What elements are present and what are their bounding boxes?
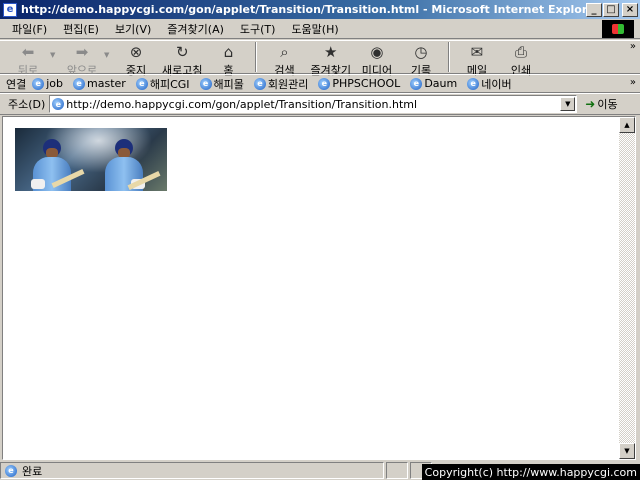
search-icon: ⌕ [280, 43, 289, 61]
link-label: master [87, 77, 126, 90]
home-button[interactable]: ⌂ 홈 [206, 41, 250, 77]
link-daum[interactable]: e Daum [410, 77, 457, 90]
menu-help[interactable]: 도움말(H) [283, 21, 346, 37]
menu-favorites[interactable]: 즐겨찾기(A) [159, 21, 232, 37]
address-input[interactable] [66, 97, 561, 111]
vertical-scrollbar[interactable]: ▲ ▼ [619, 117, 635, 459]
search-button[interactable]: ⌕ 검색 [262, 41, 306, 77]
link-naver[interactable]: e 네이버 [467, 76, 512, 92]
status-main-pane: e 완료 [0, 462, 384, 479]
window-titlebar: e http://demo.happycgi.com/gon/applet/Tr… [0, 0, 640, 19]
minimize-button[interactable]: _ [586, 2, 602, 17]
window-controls: _ □ × [586, 2, 638, 17]
close-button[interactable]: × [622, 2, 638, 17]
ie-page-icon: e [410, 77, 423, 90]
scroll-up-icon[interactable]: ▲ [619, 117, 635, 133]
menu-file[interactable]: 파일(F) [0, 21, 55, 37]
toolbar-separator [255, 42, 258, 72]
stop-button[interactable]: ⊗ 중지 [114, 41, 158, 77]
menu-edit[interactable]: 편집(E) [55, 21, 107, 37]
ie-page-icon: e [135, 77, 148, 90]
menu-view[interactable]: 보기(V) [107, 21, 159, 37]
history-icon: ◷ [414, 43, 428, 61]
address-bar: 주소(D) e ▼ ➜ 이동 [0, 93, 640, 115]
status-bar: e 완료 Copyright(c) http://www.happycgi.co… [0, 461, 640, 480]
copyright-text: Copyright(c) http://www.happycgi.com [421, 464, 640, 480]
link-member-admin[interactable]: e 회원관리 [253, 76, 309, 92]
standard-toolbar: ⬅ 뒤로 ▼ ➡ 앞으로 ▼ ⊗ 중지 ↻ 새로고침 ⌂ 홈 ⌕ 검색 ★ 즐겨… [0, 40, 640, 77]
back-button[interactable]: ⬅ 뒤로 [6, 41, 50, 77]
home-icon: ⌂ [223, 43, 234, 61]
address-box: e ▼ [49, 95, 578, 113]
ie-app-icon[interactable]: e [3, 2, 17, 17]
ie-page-icon: e [5, 464, 17, 477]
link-happymall[interactable]: e 해피몰 [199, 76, 244, 92]
ie-page-icon: e [52, 98, 65, 110]
history-button[interactable]: ◷ 기록 [399, 41, 443, 77]
favorites-icon: ★ [324, 43, 338, 61]
print-icon: ⎙ [514, 43, 527, 61]
link-label: Daum [424, 77, 458, 90]
forward-dropdown-icon[interactable]: ▼ [104, 41, 114, 73]
stop-icon: ⊗ [129, 43, 143, 61]
link-label: 해피몰 [213, 77, 244, 91]
maximize-button[interactable]: □ [603, 2, 619, 17]
print-button[interactable]: ⎙ 인쇄 [499, 41, 543, 77]
media-button[interactable]: ◉ 미디어 [355, 41, 399, 77]
page-content: ▲ ▼ [2, 116, 636, 460]
address-dropdown-icon[interactable]: ▼ [560, 97, 576, 111]
menu-tools[interactable]: 도구(T) [232, 21, 284, 37]
mail-icon: ✉ [470, 43, 484, 61]
status-pane [386, 462, 408, 479]
link-happycgi[interactable]: e 해피CGI [135, 76, 190, 92]
toolbar-chevron-icon[interactable]: » [630, 41, 636, 52]
cricket-players-image [15, 128, 167, 191]
page-viewport [3, 117, 620, 459]
go-label: 이동 [597, 98, 618, 111]
status-text: 완료 [22, 464, 43, 478]
ie-page-icon: e [199, 77, 212, 90]
links-label: 연결 [6, 77, 27, 91]
links-chevron-icon[interactable]: » [630, 77, 636, 88]
scroll-down-icon[interactable]: ▼ [619, 443, 635, 459]
links-bar: 연결 e job e master e 해피CGI e 해피몰 e 회원관리 e… [0, 74, 640, 93]
toolbar-separator [447, 42, 450, 72]
back-arrow-icon: ⬅ [21, 43, 35, 61]
menu-bar: 파일(F) 편집(E) 보기(V) 즐겨찾기(A) 도구(T) 도움말(H) [0, 19, 640, 39]
go-arrow-icon: ➜ [585, 97, 596, 111]
ie-page-icon: e [32, 77, 45, 90]
link-label: 해피CGI [149, 77, 190, 91]
link-label: PHPSCHOOL [332, 77, 401, 90]
refresh-icon: ↻ [175, 43, 189, 61]
link-label: 네이버 [481, 77, 512, 91]
refresh-button[interactable]: ↻ 새로고침 [158, 41, 206, 77]
back-dropdown-icon[interactable]: ▼ [50, 41, 60, 73]
ie-page-icon: e [467, 77, 480, 90]
ie-page-icon: e [318, 77, 331, 90]
media-icon: ◉ [370, 43, 384, 61]
forward-arrow-icon: ➡ [75, 43, 89, 61]
window-title: http://demo.happycgi.com/gon/applet/Tran… [21, 3, 586, 16]
favorites-button[interactable]: ★ 즐겨찾기 [306, 41, 354, 77]
link-phpschool[interactable]: e PHPSCHOOL [318, 77, 400, 90]
ie-page-icon: e [73, 77, 86, 90]
link-label: 회원관리 [267, 77, 309, 91]
link-label: job [46, 77, 64, 90]
mail-button[interactable]: ✉ 메일 [455, 41, 499, 77]
link-job[interactable]: e job [32, 77, 63, 90]
link-master[interactable]: e master [73, 77, 126, 90]
forward-button[interactable]: ➡ 앞으로 [60, 41, 104, 77]
ie-page-icon: e [253, 77, 266, 90]
windows-logo-icon [602, 20, 634, 38]
go-button[interactable]: ➜ 이동 [585, 96, 617, 112]
address-label: 주소(D) [8, 98, 46, 111]
